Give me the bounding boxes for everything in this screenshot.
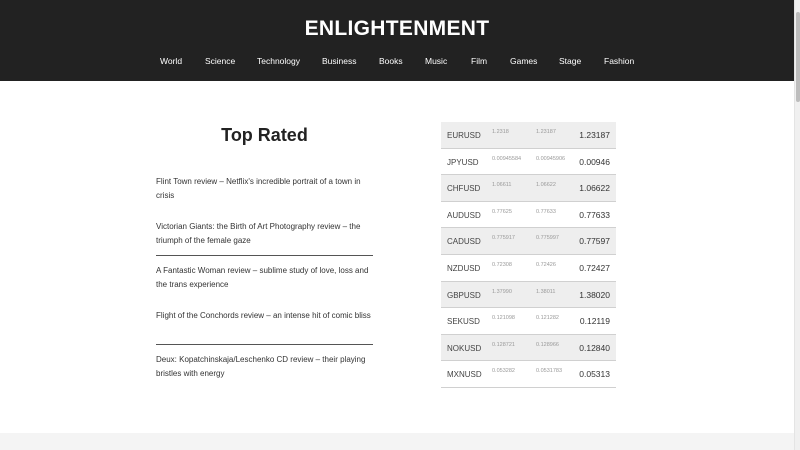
currency-pair: NZDUSD [447,263,481,273]
nav-item-business[interactable]: Business [322,56,357,66]
nav-item-stage[interactable]: Stage [559,56,581,66]
top-rated-section: Top Rated Flint Town review – Netflix's … [156,125,373,378]
rate-value: 0.77633 [579,209,610,220]
site-title[interactable]: ENLIGHTENMENT [0,17,794,41]
rate-value: 1.38020 [579,289,610,300]
currency-pair: GBPUSD [447,290,481,300]
article-divider [156,344,373,345]
article-link[interactable]: Deux: Kopatchinskaja/Leschenko CD review… [156,353,373,381]
ask-value: 0.72426 [536,261,556,268]
ask-value: 0.775997 [536,235,559,242]
ask-value: 0.128966 [536,341,559,348]
nav-item-games[interactable]: Games [510,56,537,66]
table-row: JPYUSD 0.00945584 0.00945906 0.00946 [441,149,616,176]
rate-value: 1.23187 [579,130,610,140]
nav-item-books[interactable]: Books [379,56,403,66]
bid-value: 0.00945584 [492,155,522,162]
nav-item-film[interactable]: Film [471,56,487,66]
bid-value: 1.2318 [492,129,509,135]
site-header: ENLIGHTENMENT World Science Technology B… [0,0,794,81]
bid-value: 0.128721 [492,341,515,348]
ask-value: 1.38011 [536,288,556,295]
table-row: MXNUSD 0.053282 0.0531783 0.05313 [441,361,616,388]
currency-pair: NOKUSD [447,343,482,353]
currency-pair: JPYUSD [447,157,479,167]
nav-item-music[interactable]: Music [425,56,447,66]
currency-pair: MXNUSD [447,370,482,380]
rate-value: 0.12840 [579,342,610,353]
rate-value: 0.05313 [579,369,610,380]
article-divider [156,255,373,256]
currency-pair: CADUSD [447,237,481,247]
article-link[interactable]: Flint Town review – Netflix's incredible… [156,175,373,203]
rate-value: 0.72427 [579,262,610,273]
scrollbar-thumb[interactable] [796,12,800,102]
bid-value: 0.775917 [492,235,515,242]
ask-value: 1.23187 [536,129,556,135]
bid-value: 0.053282 [492,368,515,375]
nav-item-science[interactable]: Science [205,56,235,66]
ask-value: 0.121282 [536,315,559,322]
currency-pair: SEKUSD [447,317,480,327]
article-link[interactable]: A Fantastic Woman review – sublime study… [156,264,373,292]
article-link[interactable]: Victorian Giants: the Birth of Art Photo… [156,220,373,248]
bid-value: 1.37990 [492,288,512,295]
bid-value: 0.72308 [492,261,512,268]
table-row: NZDUSD 0.72308 0.72426 0.72427 [441,255,616,282]
ask-value: 0.00945906 [536,155,566,162]
ask-value: 1.06622 [536,182,556,189]
article-link[interactable]: Flight of the Conchords review – an inte… [156,309,373,323]
currency-rates-table: EURUSD 1.2318 1.23187 1.23187 JPYUSD 0.0… [441,122,616,388]
bid-value: 0.121098 [492,315,515,322]
ask-value: 0.77633 [536,208,556,215]
table-row: EURUSD 1.2318 1.23187 1.23187 [441,122,616,149]
rate-value: 0.12119 [579,316,610,327]
currency-pair: AUDUSD [447,210,481,220]
nav-item-fashion[interactable]: Fashion [604,56,634,66]
table-row: CADUSD 0.775917 0.775997 0.77597 [441,228,616,255]
nav-item-technology[interactable]: Technology [257,56,300,66]
bid-value: 1.06611 [492,182,512,189]
table-row: CHFUSD 1.06611 1.06622 1.06622 [441,175,616,202]
rate-value: 0.00946 [579,156,610,167]
footer [0,433,794,450]
table-row: SEKUSD 0.121098 0.121282 0.12119 [441,308,616,335]
top-rated-heading: Top Rated [221,125,308,145]
table-row: AUDUSD 0.77625 0.77633 0.77633 [441,202,616,229]
currency-pair: CHFUSD [447,184,481,194]
currency-pair: EURUSD [447,131,481,140]
nav-item-world[interactable]: World [160,56,182,66]
table-row: NOKUSD 0.128721 0.128966 0.12840 [441,334,616,362]
page-scrollbar[interactable] [794,0,800,450]
table-row: GBPUSD 1.37990 1.38011 1.38020 [441,281,616,309]
main-nav: World Science Technology Business Books … [0,56,794,70]
rate-value: 1.06622 [579,183,610,194]
rate-value: 0.77597 [579,236,610,247]
bid-value: 0.77625 [492,208,512,215]
ask-value: 0.0531783 [536,368,562,375]
